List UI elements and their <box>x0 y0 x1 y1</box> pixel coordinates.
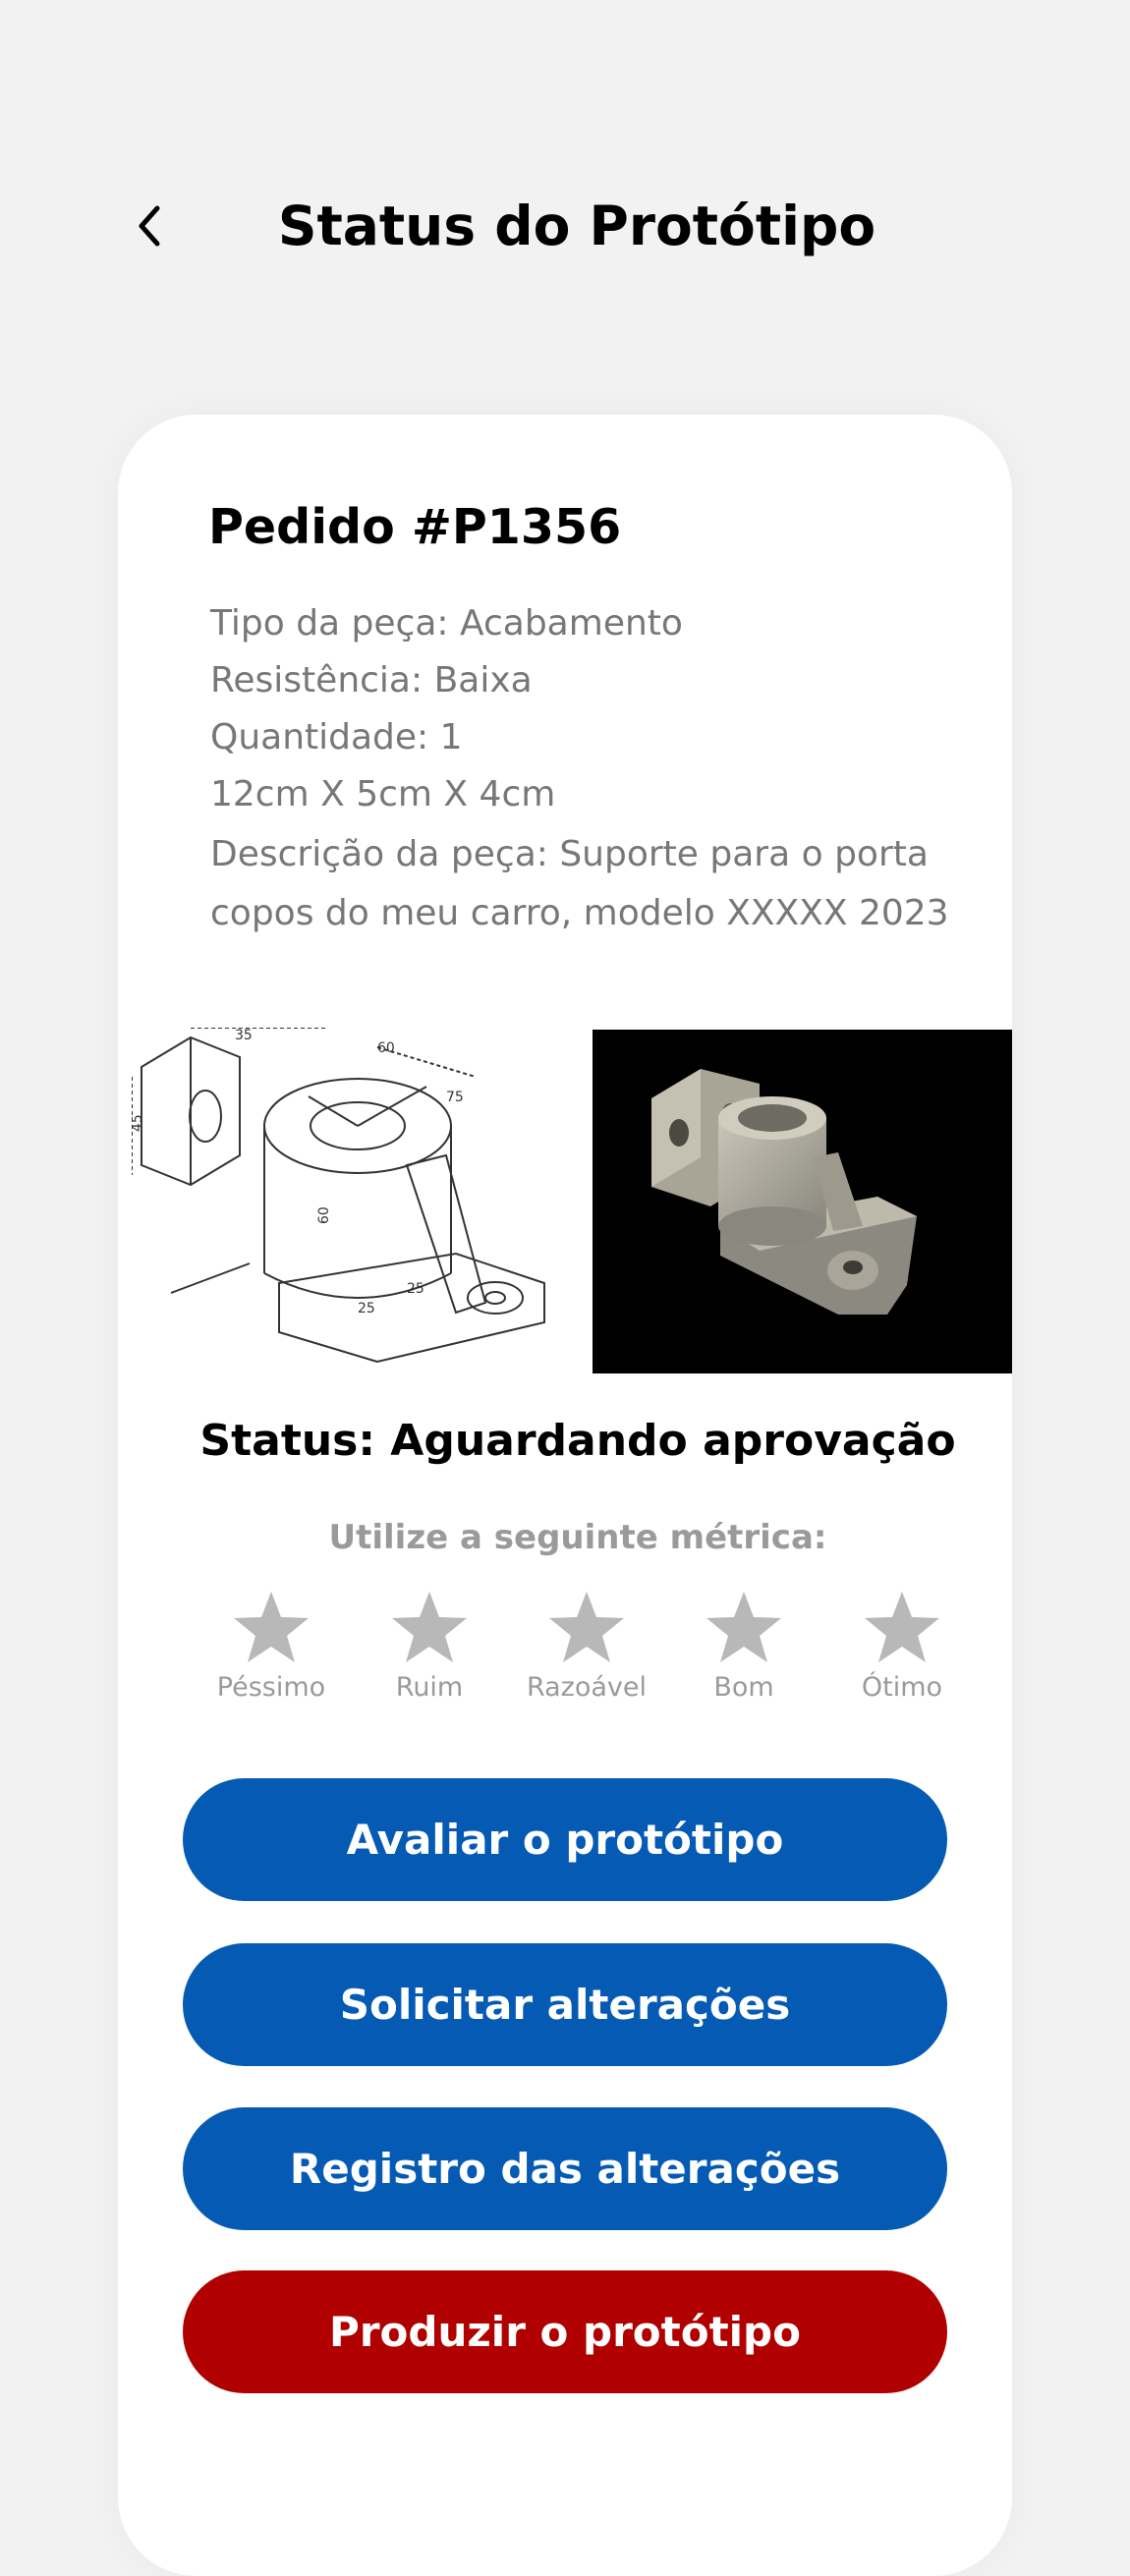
description-line-2: copos do meu carro, modelo XXXXX 2023 <box>210 893 949 933</box>
metric-label: Utilize a seguinte métrica: <box>328 1518 827 1557</box>
prototype-images: 45 35 60 75 60 25 25 <box>118 1027 1012 1373</box>
star-icon <box>865 1592 939 1662</box>
svg-text:60: 60 <box>377 1040 395 1056</box>
order-card: Pedido #P1356 Tipo da peça: Acabamento R… <box>118 415 1012 2576</box>
description-line-1: Descrição da peça: Suporte para o porta <box>210 834 929 874</box>
svg-text:25: 25 <box>407 1281 424 1297</box>
rating-label: Ótimo <box>861 1672 943 1703</box>
svg-text:75: 75 <box>446 1090 464 1105</box>
rating-option-razoavel[interactable]: Razoável <box>508 1590 665 1703</box>
dimensions: 12cm X 5cm X 4cm <box>210 774 556 814</box>
request-changes-button[interactable]: Solicitar alterações <box>183 1943 947 2066</box>
rating-label: Bom <box>713 1672 774 1703</box>
3d-render-image[interactable] <box>593 1030 1012 1373</box>
rating-option-bom[interactable]: Bom <box>665 1590 822 1703</box>
star-icon <box>234 1592 309 1662</box>
rating-option-ruim[interactable]: Ruim <box>351 1590 508 1703</box>
header: Status do Protótipo <box>0 177 1130 275</box>
rating-label: Péssimo <box>216 1672 326 1703</box>
rating-scale: Péssimo Ruim Razoável Bom Ótimo <box>118 1590 1012 1727</box>
resistance: Resistência: Baixa <box>210 660 533 700</box>
evaluate-prototype-button[interactable]: Avaliar o protótipo <box>183 1778 947 1901</box>
star-icon <box>392 1592 467 1662</box>
status-text: Status: Aguardando aprovação <box>199 1416 956 1466</box>
change-log-button[interactable]: Registro das alterações <box>183 2107 947 2230</box>
rating-option-otimo[interactable]: Ótimo <box>823 1590 981 1703</box>
rating-label: Ruim <box>395 1672 464 1703</box>
produce-prototype-button[interactable]: Produzir o protótipo <box>183 2270 947 2393</box>
quantity: Quantidade: 1 <box>210 717 463 757</box>
svg-text:60: 60 <box>316 1206 332 1224</box>
order-title: Pedido #P1356 <box>208 499 622 555</box>
svg-text:45: 45 <box>132 1114 145 1132</box>
svg-text:25: 25 <box>358 1301 375 1316</box>
part-type: Tipo da peça: Acabamento <box>210 603 683 644</box>
star-icon <box>706 1592 781 1662</box>
order-details: Tipo da peça: Acabamento Resistência: Ba… <box>210 595 977 941</box>
rating-option-pessimo[interactable]: Péssimo <box>193 1590 350 1703</box>
star-icon <box>549 1592 624 1662</box>
technical-drawing-image[interactable]: 45 35 60 75 60 25 25 <box>130 1027 584 1373</box>
page-title: Status do Protótipo <box>277 195 876 257</box>
svg-text:35: 35 <box>235 1028 253 1043</box>
rating-label: Razoável <box>526 1672 648 1703</box>
